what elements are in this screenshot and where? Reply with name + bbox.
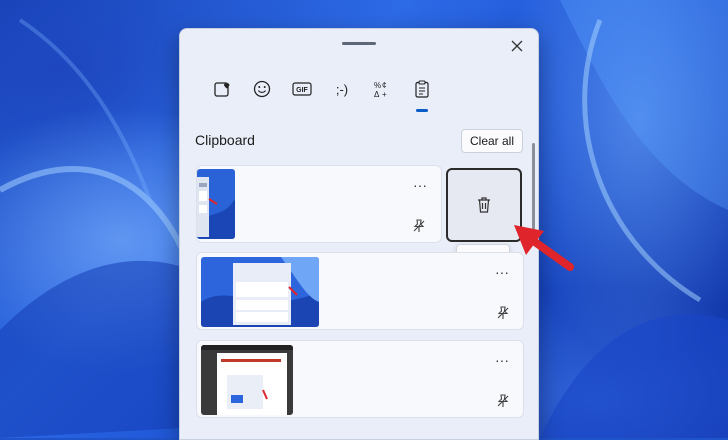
panel-tabs: GIF ;-) % ¢ Δ + — [202, 77, 442, 112]
gif-icon: GIF — [292, 82, 312, 96]
trash-icon — [478, 197, 490, 213]
clipboard-item[interactable]: ··· — [196, 165, 442, 243]
annotation-arrow — [514, 225, 574, 271]
svg-text:GIF: GIF — [296, 87, 308, 94]
close-icon — [511, 40, 523, 52]
drag-handle[interactable] — [342, 42, 376, 45]
sticker-heart-icon — [214, 82, 230, 97]
close-button[interactable] — [506, 35, 528, 57]
clipboard-item[interactable]: ··· — [196, 340, 524, 418]
clipboard-item[interactable]: ··· — [196, 252, 524, 330]
clear-all-button[interactable]: Clear all — [461, 129, 523, 153]
tab-clipboard[interactable] — [402, 77, 442, 112]
tab-stickers[interactable] — [202, 77, 242, 101]
svg-text:Δ: Δ — [374, 90, 380, 98]
more-options-button[interactable]: ··· — [495, 353, 509, 367]
clipboard-thumbnail — [201, 257, 319, 327]
more-options-button[interactable]: ··· — [413, 178, 427, 192]
pin-icon[interactable] — [495, 305, 511, 321]
clipboard-icon — [415, 80, 429, 98]
svg-text:+: + — [382, 90, 387, 98]
section-title: Clipboard — [195, 132, 255, 148]
tab-kaomoji[interactable]: ;-) — [322, 77, 362, 101]
pin-icon[interactable] — [411, 218, 427, 234]
kaomoji-icon: ;-) — [335, 81, 349, 97]
tab-emoji[interactable] — [242, 77, 282, 101]
symbols-icon: % ¢ Δ + — [374, 81, 387, 98]
clipboard-thumbnail — [197, 169, 235, 239]
svg-text:¢: ¢ — [382, 81, 386, 90]
svg-text:%: % — [374, 81, 381, 90]
tab-gif[interactable]: GIF — [282, 77, 322, 101]
clipboard-thumbnail — [201, 345, 293, 415]
emoji-smile-icon — [253, 80, 271, 98]
emoji-clipboard-panel: GIF ;-) % ¢ Δ + Clipboard Clear all ··· … — [179, 28, 539, 440]
tab-symbols[interactable]: % ¢ Δ + — [362, 77, 402, 101]
pin-icon[interactable] — [495, 393, 511, 409]
